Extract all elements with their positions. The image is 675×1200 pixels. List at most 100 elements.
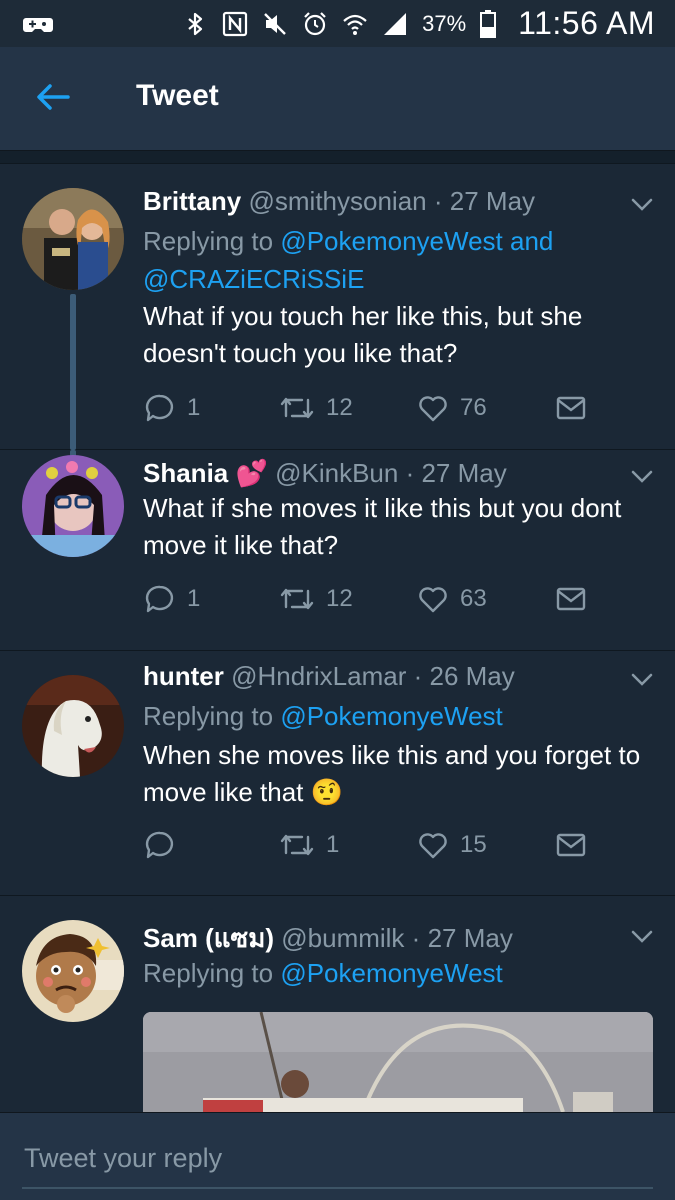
nfc-icon (223, 11, 248, 36)
tweet-header: Sam (แซม) @bummilk · 27 May (143, 918, 513, 959)
retweet-button[interactable]: 12 (280, 582, 353, 616)
like-count: 15 (460, 831, 487, 858)
app-header: Tweet (0, 47, 675, 151)
tweet-header: hunter @HndrixLamar · 26 May (143, 661, 515, 692)
mention-and: and (502, 226, 554, 256)
mention-link[interactable]: @CRAZiECRiSSiE (143, 264, 364, 294)
separator-dot: · (433, 186, 443, 216)
like-button[interactable]: 15 (418, 828, 487, 862)
like-button[interactable]: 76 (418, 391, 487, 425)
chevron-down-icon[interactable] (631, 930, 653, 944)
retweet-icon (280, 834, 314, 856)
separator-dot: · (413, 661, 423, 691)
user-name[interactable]: Sam (แซม) (143, 923, 274, 953)
like-button[interactable]: 63 (418, 582, 487, 616)
reply-button[interactable]: 1 (145, 582, 200, 616)
retweet-button[interactable]: 1 (280, 828, 339, 862)
battery-icon (480, 9, 497, 38)
wifi-icon (343, 14, 367, 35)
retweet-count: 12 (326, 394, 353, 421)
replying-to: Replying to @PokemonyeWest (143, 954, 653, 992)
chevron-down-icon[interactable] (631, 198, 653, 212)
mention-link[interactable]: @PokemonyeWest (280, 226, 502, 256)
replying-to-label: Replying to (143, 958, 281, 988)
tweet-date: 27 May (421, 458, 507, 488)
tweet-actions: 1 12 63 (145, 582, 605, 616)
replying-to: Replying to @PokemonyeWest and @CRAZiECR… (143, 222, 653, 298)
like-count: 63 (460, 585, 487, 612)
replying-to: Replying to @PokemonyeWest (143, 697, 653, 735)
mention-link[interactable]: @PokemonyeWest (280, 958, 502, 988)
reply-icon (145, 394, 174, 422)
tweet-text: When she moves like this and you forget … (143, 737, 663, 811)
mute-icon (264, 12, 286, 35)
retweet-icon (280, 397, 314, 419)
reply-button[interactable]: 1 (145, 391, 200, 425)
reply-feed: Brittany @smithysonian · 27 May Replying… (0, 164, 675, 1112)
heart-icon (419, 833, 447, 859)
chevron-down-icon[interactable] (631, 470, 653, 484)
separator-dot: · (405, 458, 415, 488)
user-name[interactable]: hunter (143, 661, 224, 691)
reply-icon (145, 585, 174, 613)
envelope-icon (556, 396, 586, 420)
thread-line (70, 294, 76, 450)
tweet-header: Brittany @smithysonian · 27 May (143, 186, 535, 217)
avatar[interactable] (22, 455, 124, 557)
message-button[interactable] (556, 391, 586, 425)
reply-count: 1 (187, 394, 201, 421)
status-bar: 37% 11:56 AM (0, 0, 675, 47)
avatar[interactable] (22, 188, 124, 290)
tweet-item[interactable]: Shania 💕 @KinkBun · 27 May What if she m… (0, 450, 675, 651)
battery-percent: 37% (422, 10, 467, 36)
like-count: 76 (460, 394, 487, 421)
envelope-icon (556, 833, 586, 857)
replying-to-label: Replying to (143, 226, 281, 256)
tweet-item[interactable]: hunter @HndrixLamar · 26 May Replying to… (0, 651, 675, 896)
heart-icon (419, 587, 447, 613)
user-handle[interactable]: @smithysonian (248, 186, 426, 216)
avatar[interactable] (22, 675, 124, 777)
tweet-text: What if you touch her like this, but she… (143, 301, 583, 368)
bluetooth-icon (188, 12, 203, 35)
retweet-count: 1 (326, 831, 340, 858)
reply-icon (145, 831, 174, 859)
tweet-item[interactable]: Brittany @smithysonian · 27 May Replying… (0, 164, 675, 450)
retweet-count: 12 (326, 585, 353, 612)
page-title: Tweet (136, 79, 219, 112)
user-handle[interactable]: @HndrixLamar (231, 661, 406, 691)
tweet-media-image[interactable] (143, 1012, 653, 1112)
signal-icon (384, 12, 407, 35)
heart-emoji: 💕 (235, 458, 268, 488)
heart-icon (419, 396, 447, 422)
user-name[interactable]: Shania (143, 458, 228, 488)
tweet-actions: 1 12 76 (145, 391, 605, 425)
tweet-actions: 1 15 (145, 828, 605, 862)
tweet-date: 27 May (449, 186, 536, 216)
reply-input-underline (22, 1187, 653, 1189)
reply-button[interactable] (145, 828, 187, 862)
avatar[interactable] (22, 920, 124, 1022)
alarm-icon (304, 11, 326, 35)
retweet-icon (280, 588, 314, 610)
reply-count: 1 (187, 585, 201, 612)
user-handle[interactable]: @KinkBun (275, 458, 398, 488)
tweet-text: What if she moves it like this but you d… (143, 493, 622, 560)
retweet-button[interactable]: 12 (280, 391, 353, 425)
mention-link[interactable]: @PokemonyeWest (280, 701, 502, 731)
clock: 11:56 AM (518, 5, 655, 41)
user-handle[interactable]: @bummilk (281, 923, 404, 953)
chevron-down-icon[interactable] (631, 673, 653, 687)
reply-input[interactable]: Tweet your reply (24, 1143, 222, 1174)
raised-eyebrow-emoji: 🤨 (310, 777, 344, 807)
tweet-header: Shania 💕 @KinkBun · 27 May (143, 458, 507, 489)
separator-dot: · (411, 923, 421, 953)
user-name[interactable]: Brittany (143, 186, 241, 216)
gamepad-icon (23, 18, 53, 32)
tweet-text-body: When she moves like this and you forget … (143, 740, 641, 807)
tweet-date: 26 May (429, 661, 515, 691)
message-button[interactable] (556, 828, 586, 862)
arrow-left-icon[interactable] (36, 83, 70, 111)
message-button[interactable] (556, 582, 586, 616)
replying-to-label: Replying to (143, 701, 281, 731)
